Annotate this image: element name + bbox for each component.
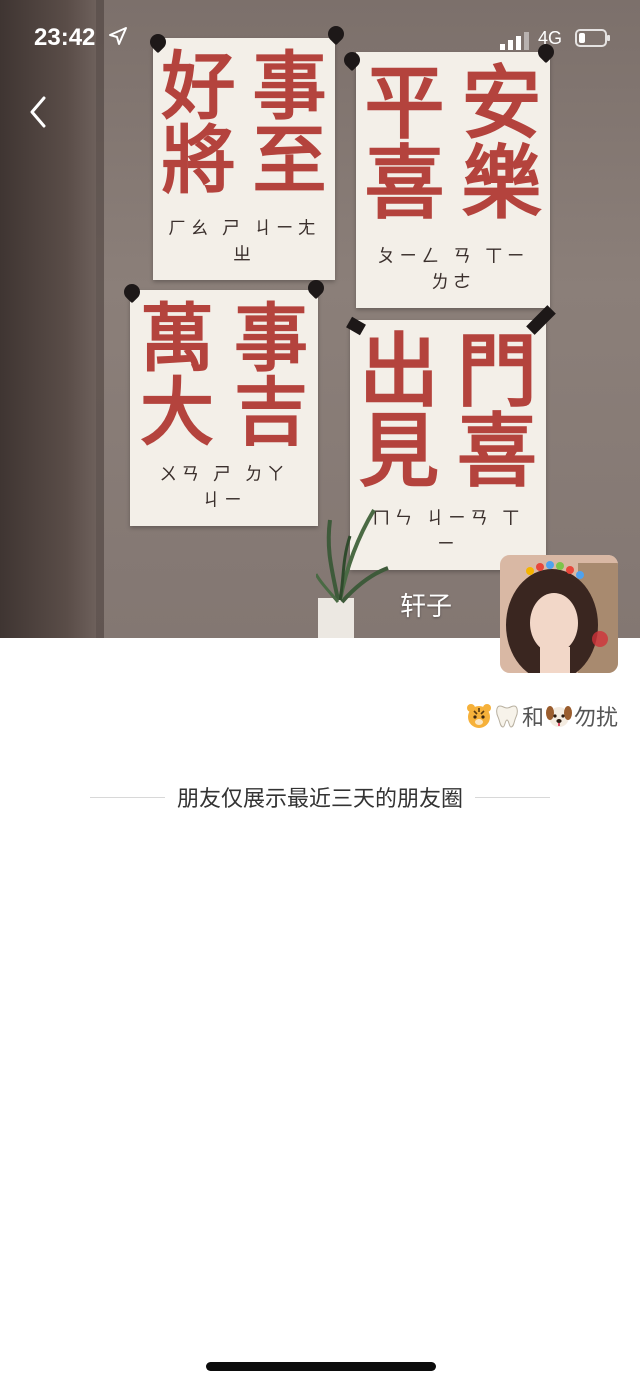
plant-icon: [316, 508, 389, 604]
poster-char: 大: [140, 370, 214, 456]
poster-char: 出: [359, 325, 439, 418]
poster-wanshi: 萬 事 大 吉 ㄨㄢ ㄕ ㄉㄚ ㄐㄧ: [130, 290, 318, 526]
poster-char: 吉: [234, 370, 308, 456]
poster-char: 至: [252, 118, 327, 204]
cover-photo[interactable]: 好 事 將 至 ㄏㄠ ㄕ ㄐㄧㄤ ㄓ 平 安 喜 樂 ㄆㄧㄥ ㄢ ㄒㄧ ㄌㄜ 萬…: [0, 0, 640, 638]
tiger-emoji-icon: [466, 704, 491, 728]
moments-limit-notice: 朋友仅展示最近三天的朋友圈: [90, 782, 551, 812]
poster-char: 將: [161, 118, 236, 204]
battery-icon: [575, 29, 610, 47]
poster-char: 事: [234, 296, 308, 382]
home-indicator[interactable]: [206, 1362, 436, 1371]
divider: [90, 796, 165, 798]
avatar-image: [500, 555, 618, 673]
profile-signature: 和 勿扰: [466, 700, 618, 732]
signature-text-dnd: 勿扰: [573, 706, 618, 731]
status-time: 23:42: [34, 24, 96, 51]
avatar[interactable]: [500, 555, 618, 673]
poster-char: 喜: [457, 405, 537, 498]
signature-text-and: 和: [521, 706, 544, 731]
poster-char: 門: [457, 325, 537, 418]
notice-text: 朋友仅展示最近三天的朋友圈: [177, 787, 464, 812]
back-arrow-icon[interactable]: [24, 92, 54, 132]
poster-zhuyin: ㄏㄠ ㄕ ㄐㄧㄤ ㄓ: [168, 218, 320, 265]
poster-char: 喜: [364, 137, 445, 230]
status-bar: 23:42 4G: [0, 0, 640, 80]
poster-zhuyin: ㄆㄧㄥ ㄢ ㄒㄧ ㄌㄜ: [377, 246, 529, 293]
divider: [475, 796, 551, 798]
wall-edge: [96, 0, 104, 638]
poster-zhuyin: ㄨㄢ ㄕ ㄉㄚ ㄐㄧ: [159, 464, 289, 511]
poster-pingan: 平 安 喜 樂 ㄆㄧㄥ ㄢ ㄒㄧ ㄌㄜ: [356, 52, 550, 308]
network-type: 4G: [538, 28, 563, 48]
poster-char: 樂: [461, 137, 542, 230]
poster-char: 見: [359, 405, 439, 498]
dog-emoji-icon: [545, 706, 572, 727]
location-arrow-icon: [109, 27, 127, 45]
profile-nickname: 轩子: [400, 592, 453, 622]
signal-icon: [500, 32, 529, 50]
tooth-emoji-icon: [496, 705, 518, 728]
poster-char: 萬: [140, 296, 214, 382]
